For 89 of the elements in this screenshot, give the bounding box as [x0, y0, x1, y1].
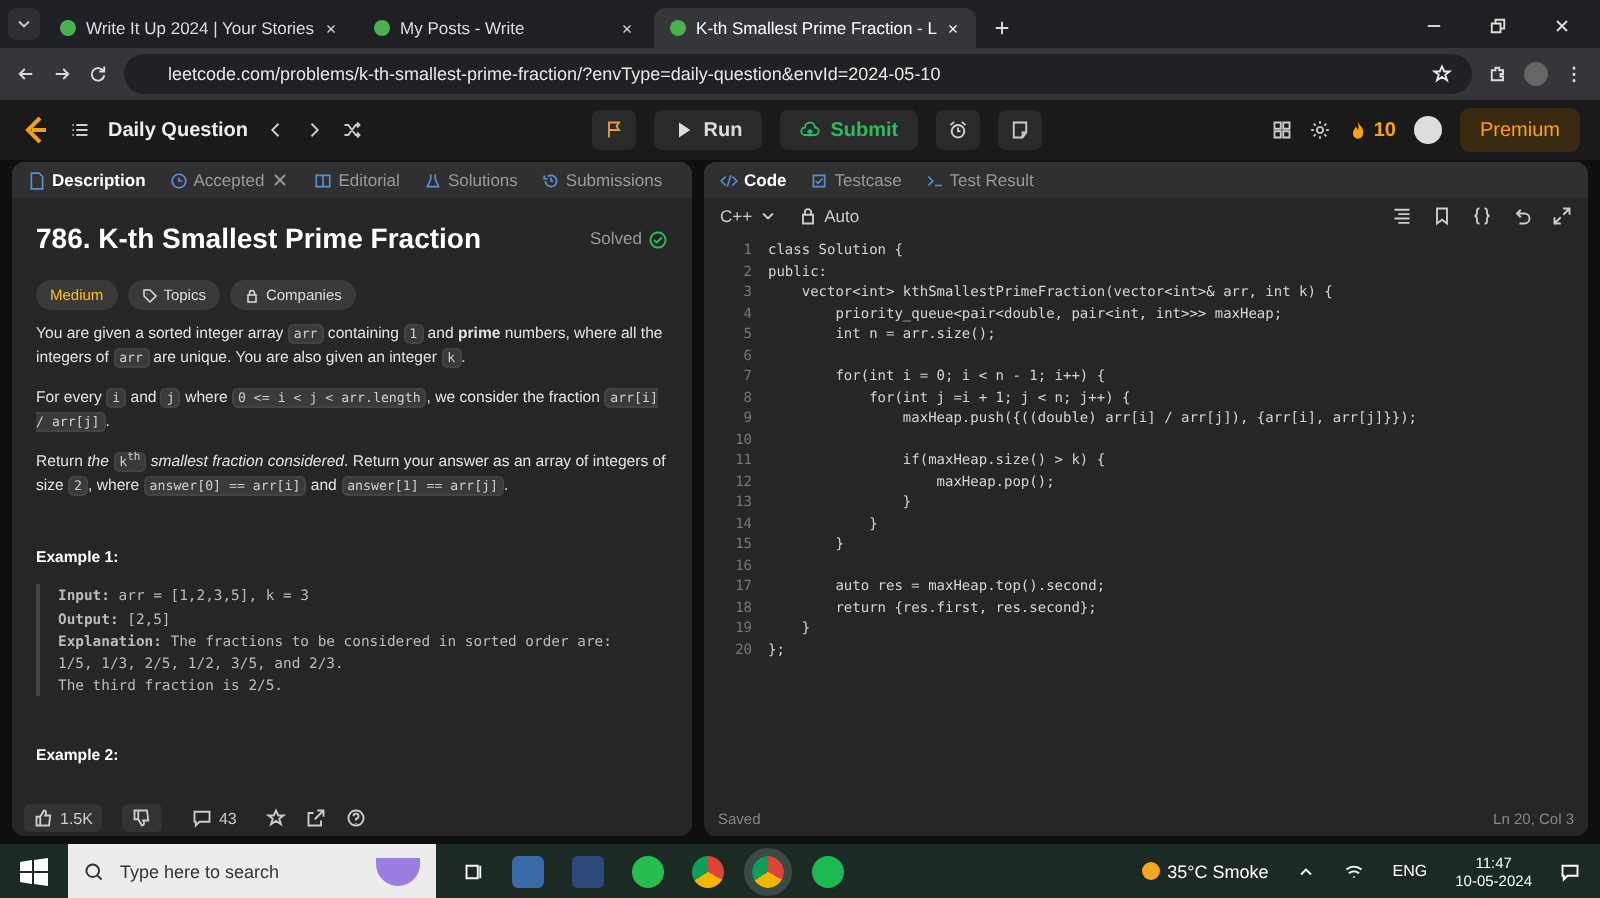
format-icon[interactable]: [1392, 206, 1412, 226]
reload-icon[interactable]: [88, 64, 108, 84]
flag-icon: [603, 120, 624, 140]
language-select[interactable]: C++: [720, 206, 779, 226]
tab-icon: [28, 171, 46, 189]
thumbs-up-icon: [34, 808, 54, 828]
browser-icon[interactable]: [692, 855, 724, 887]
like-button[interactable]: 1.5K: [24, 804, 103, 832]
bookmark-icon[interactable]: [1432, 206, 1452, 226]
play-icon: [673, 120, 694, 140]
puzzle-icon[interactable]: [1488, 64, 1508, 84]
thumbs-down-icon: [132, 808, 153, 828]
browser-tab[interactable]: K-th Smallest Prime Fraction - L: [654, 8, 977, 48]
browser-icon[interactable]: [752, 855, 784, 887]
lock-icon: [798, 206, 819, 226]
debug-button[interactable]: [591, 110, 636, 150]
notes-button[interactable]: [998, 110, 1043, 150]
favicon: [374, 20, 391, 36]
close-icon[interactable]: [620, 21, 635, 35]
tab-icon: [314, 171, 333, 189]
panel-tab[interactable]: Test Result: [925, 170, 1034, 190]
new-tab-icon[interactable]: [992, 18, 1013, 38]
search-icon: [84, 861, 104, 881]
tab-icon: [541, 171, 560, 189]
comments-button[interactable]: 43: [182, 804, 247, 832]
favicon: [60, 20, 76, 36]
alarm-clock-icon: [948, 120, 969, 140]
wifi-icon[interactable]: [1344, 861, 1365, 881]
alarm-button[interactable]: [936, 110, 981, 150]
note-icon: [1010, 120, 1031, 140]
task-view-icon[interactable]: [464, 861, 484, 881]
windows-icon[interactable]: [20, 857, 48, 885]
browser-tab[interactable]: Write It Up 2024 | Your Stories: [44, 8, 355, 48]
comment-icon: [192, 808, 213, 828]
chat-app-icon[interactable]: [632, 855, 664, 887]
close-icon[interactable]: [324, 21, 339, 35]
sun-icon: [1141, 862, 1160, 880]
tab-icon: [720, 171, 738, 189]
language-indicator[interactable]: ENG: [1392, 862, 1428, 880]
forward-icon[interactable]: [52, 64, 72, 84]
tab-icon: [423, 171, 442, 189]
panel-tab[interactable]: Solutions: [423, 170, 518, 190]
auto-mode-toggle[interactable]: Auto: [798, 206, 860, 226]
restore-icon[interactable]: [1488, 16, 1508, 36]
tab-icon: [169, 171, 188, 189]
tag-icon: [141, 287, 158, 304]
back-icon[interactable]: [16, 64, 36, 84]
avatar-icon[interactable]: [1413, 116, 1442, 144]
panel-tab[interactable]: Testcase: [810, 170, 902, 190]
shuffle-icon[interactable]: [342, 120, 363, 140]
braces-icon[interactable]: [1472, 206, 1492, 226]
streak-counter[interactable]: 10: [1347, 119, 1396, 141]
panel-tab[interactable]: Accepted: [169, 170, 291, 190]
panel-tab[interactable]: Editorial: [314, 170, 400, 190]
panel-tab[interactable]: Description: [28, 170, 146, 190]
settings-icon[interactable]: [1309, 120, 1330, 140]
favicon: [670, 20, 687, 36]
tab-icon: [810, 171, 829, 189]
weather-widget[interactable]: 35°C Smoke: [1141, 861, 1269, 881]
daily-question-link[interactable]: Daily Question: [108, 119, 249, 141]
run-button[interactable]: Run: [653, 110, 763, 150]
tab-icon: [925, 171, 944, 189]
cloud-upload-icon: [800, 120, 821, 140]
undo-icon[interactable]: [1512, 206, 1532, 226]
solved-status: Solved: [590, 226, 642, 252]
expand-icon[interactable]: [1552, 206, 1572, 226]
list-icon[interactable]: [70, 120, 90, 140]
star-icon[interactable]: [266, 808, 287, 828]
problem-title: 786. K-th Smallest Prime Fraction: [36, 220, 484, 258]
logo-icon[interactable]: [20, 114, 52, 146]
share-icon[interactable]: [306, 808, 327, 828]
panel-tab[interactable]: Code: [720, 170, 787, 190]
music-app-icon[interactable]: [812, 855, 844, 887]
submit-button[interactable]: Submit: [780, 110, 919, 150]
bowl-icon: [376, 857, 420, 885]
help-icon[interactable]: [346, 808, 367, 828]
taskbar-search-field[interactable]: Type here to search: [68, 844, 436, 898]
star-icon[interactable]: [1432, 64, 1452, 84]
notifications-icon[interactable]: [1560, 861, 1580, 881]
panel-tab[interactable]: Submissions: [541, 170, 663, 190]
lock-icon: [243, 287, 260, 304]
dislike-button[interactable]: [122, 804, 163, 832]
close-icon[interactable]: [1552, 16, 1572, 36]
address-bar[interactable]: leetcode.com/problems/k-th-smallest-prime-fraction/?envType=daily-question&envId=2024-05-10: [124, 54, 1472, 94]
flame-icon: [1347, 120, 1368, 140]
browser-tab[interactable]: My Posts - Write: [358, 8, 651, 48]
premium-button[interactable]: Premium: [1459, 108, 1580, 152]
layout-icon[interactable]: [1271, 120, 1292, 140]
tab-list-button[interactable]: [8, 8, 40, 40]
